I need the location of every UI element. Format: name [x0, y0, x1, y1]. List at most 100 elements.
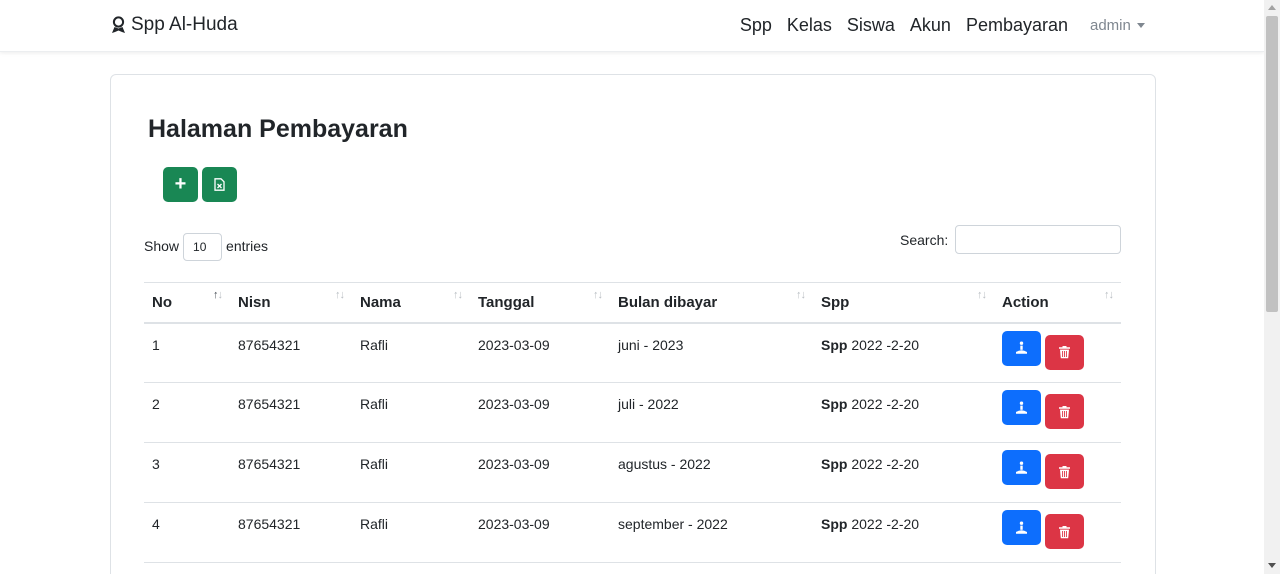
cell-bulan: juli - 2022: [610, 382, 813, 443]
delete-button[interactable]: [1045, 454, 1084, 489]
sort-icon: ↑↓: [453, 289, 463, 301]
delete-button[interactable]: [1045, 334, 1084, 370]
file-excel-icon: [214, 178, 225, 191]
cell-no: 1: [144, 322, 230, 383]
trash-icon: [1059, 465, 1070, 478]
cell-action: [994, 382, 1121, 443]
cell-tanggal: 2023-03-09: [470, 322, 610, 383]
spp-value: 2022 -2-20: [851, 336, 920, 353]
payment-table: No ↑↓ Nisn ↑↓ Nama ↑↓ Tanggal ↑↓ Bulan dibay…: [144, 282, 1121, 563]
nav-link-kelas[interactable]: Kelas: [787, 15, 832, 36]
cell-nisn: 87654321: [230, 442, 352, 503]
cell-nama: Rafli: [352, 322, 470, 383]
entries-label: entries: [226, 238, 269, 254]
trash-icon: [1059, 525, 1070, 538]
spp-label: Spp: [821, 456, 848, 472]
cell-bulan: juni - 2023: [610, 322, 813, 383]
cell-spp: Spp 2022 -2-20: [813, 322, 994, 383]
nav-link-akun[interactable]: Akun: [910, 15, 951, 36]
cell-bulan: september - 2022: [610, 502, 813, 563]
cell-tanggal: 2023-03-09: [470, 442, 610, 503]
cell-tanggal: 2023-03-09: [470, 382, 610, 443]
cell-tanggal: 2023-03-09: [470, 502, 610, 563]
column-header-action[interactable]: Action ↑↓: [994, 282, 1121, 324]
spp-value: 2022 -2-20: [851, 516, 920, 532]
column-header-spp[interactable]: Spp ↑↓: [813, 282, 994, 324]
trash-icon: [1059, 346, 1070, 359]
print-icon: [1016, 401, 1027, 414]
caret-down-icon: [1136, 23, 1145, 28]
cell-spp: Spp 2022 -2-20: [813, 382, 994, 443]
print-button[interactable]: [1002, 390, 1041, 425]
entries-select[interactable]: 10: [183, 233, 223, 261]
trash-icon: [1059, 405, 1070, 418]
cell-spp: Spp 2022 -2-20: [813, 442, 994, 503]
sort-icon: ↑↓: [335, 289, 345, 301]
cell-no: 2: [144, 382, 230, 443]
page-title: Halaman Pembayaran: [148, 115, 408, 143]
delete-button[interactable]: [1045, 514, 1084, 549]
cell-bulan: agustus - 2022: [610, 442, 813, 503]
table-row: 2 87654321 Rafli 2023-03-09 juli - 2022 …: [144, 382, 1121, 443]
cell-no: 4: [144, 502, 230, 563]
scroll-down-arrow-icon[interactable]: [1268, 563, 1276, 568]
cell-action: [994, 322, 1121, 383]
plus-icon: +: [174, 173, 187, 195]
search-input[interactable]: [955, 225, 1121, 254]
scroll-up-arrow-icon[interactable]: [1268, 5, 1276, 10]
add-payment-button[interactable]: +: [163, 167, 198, 202]
user-name: admin: [1090, 17, 1131, 34]
spp-value: 2022 -2-20: [851, 456, 920, 472]
nav-links: Spp Kelas Siswa Akun Pembayaran: [740, 15, 1068, 36]
table-row: 1 87654321 Rafli 2023-03-09 juni - 2023 …: [144, 322, 1121, 383]
user-dropdown[interactable]: admin: [1090, 17, 1145, 34]
navbar: Spp Al-Huda Spp Kelas Siswa Akun Pembaya…: [0, 0, 1264, 52]
entries-value: 10: [193, 240, 207, 254]
cell-nisn: 87654321: [230, 382, 352, 443]
user-award-icon: [112, 16, 125, 33]
nav-link-siswa[interactable]: Siswa: [847, 15, 895, 36]
column-header-tanggal[interactable]: Tanggal ↑↓: [470, 282, 610, 324]
brand-name: Spp Al-Huda: [131, 14, 238, 35]
scroll-thumb[interactable]: [1266, 16, 1278, 312]
cell-no: 3: [144, 442, 230, 503]
cell-nisn: 87654321: [230, 322, 352, 383]
column-header-no[interactable]: No ↑↓: [144, 282, 230, 324]
print-icon: [1016, 521, 1027, 534]
cell-action: [994, 502, 1121, 563]
print-button[interactable]: [1002, 450, 1041, 485]
sort-icon: ↑↓: [796, 289, 806, 301]
table-row: 4 87654321 Rafli 2023-03-09 september - …: [144, 502, 1121, 563]
spp-label: Spp: [821, 396, 848, 412]
sort-icon: ↑↓: [1104, 289, 1114, 301]
sort-icon: ↑↓: [593, 289, 603, 301]
cell-nama: Rafli: [352, 442, 470, 503]
print-button[interactable]: [1002, 330, 1041, 366]
nav-link-spp[interactable]: Spp: [740, 15, 772, 36]
delete-button[interactable]: [1045, 394, 1084, 429]
show-entries-control: Show 10 entries: [144, 231, 268, 261]
cell-nama: Rafli: [352, 502, 470, 563]
page-scrollbar[interactable]: [1264, 0, 1280, 574]
cell-action: [994, 442, 1121, 503]
brand-link[interactable]: Spp Al-Huda: [110, 14, 238, 36]
print-icon: [1016, 461, 1027, 474]
sort-icon: ↑↓: [213, 289, 223, 301]
cell-spp: Spp 2022 -2-20: [813, 502, 994, 563]
spp-value: 2022 -2-20: [851, 396, 920, 412]
cell-nisn: 87654321: [230, 502, 352, 563]
show-label: Show: [144, 238, 180, 254]
sort-icon: ↑↓: [977, 289, 987, 301]
print-icon: [1016, 341, 1027, 354]
table-row: 3 87654321 Rafli 2023-03-09 agustus - 20…: [144, 442, 1121, 503]
column-header-nama[interactable]: Nama ↑↓: [352, 282, 470, 324]
print-button[interactable]: [1002, 510, 1041, 545]
nav-link-pembayaran[interactable]: Pembayaran: [966, 15, 1068, 36]
column-header-nisn[interactable]: Nisn ↑↓: [230, 282, 352, 324]
payment-table-wrapper: No ↑↓ Nisn ↑↓ Nama ↑↓ Tanggal ↑↓ Bulan dibay…: [144, 282, 1121, 563]
table-header-row: No ↑↓ Nisn ↑↓ Nama ↑↓ Tanggal ↑↓ Bulan dibay…: [144, 282, 1121, 324]
cell-nama: Rafli: [352, 382, 470, 443]
spp-label: Spp: [821, 336, 848, 353]
export-excel-button[interactable]: [202, 167, 237, 202]
column-header-bulan[interactable]: Bulan dibayar ↑↓: [610, 282, 813, 324]
